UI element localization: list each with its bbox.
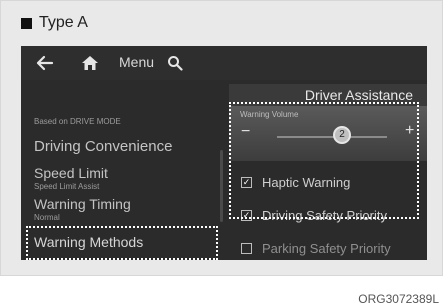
menu-item-warning-methods[interactable]: Warning Methods xyxy=(34,234,143,250)
menu-item-speed-limit-sub: Speed Limit Assist xyxy=(34,182,100,191)
menu-item-driving-convenience[interactable]: Driving Convenience xyxy=(34,138,172,155)
checkbox-unchecked-icon[interactable] xyxy=(241,243,252,254)
search-icon[interactable] xyxy=(162,50,188,76)
left-menu: Based on DRIVE MODE Driving Convenience … xyxy=(21,80,224,260)
option-label: Parking Safety Priority xyxy=(262,241,391,256)
highlight-warning-options xyxy=(229,102,419,219)
section-label: Based on DRIVE MODE xyxy=(34,117,121,126)
type-label: Type A xyxy=(21,13,88,33)
home-icon[interactable] xyxy=(77,50,103,76)
figure-code: ORG3072389L xyxy=(358,292,439,306)
top-bar: Menu xyxy=(21,46,427,80)
menu-item-warning-timing[interactable]: Warning Timing xyxy=(34,196,131,212)
menu-button[interactable]: Menu xyxy=(119,54,154,70)
menu-item-warning-timing-sub: Normal xyxy=(34,213,60,222)
option-parking-safety-priority[interactable]: Parking Safety Priority xyxy=(241,241,391,256)
scrollbar[interactable] xyxy=(220,150,223,222)
square-bullet-icon xyxy=(21,17,32,29)
menu-item-speed-limit[interactable]: Speed Limit xyxy=(34,165,108,181)
type-label-text: Type A xyxy=(39,14,88,31)
infotainment-screen: Menu Based on DRIVE MODE Driving Conveni… xyxy=(21,46,427,260)
figure-panel: Type A Menu Based on DRIVE MODE Driving … xyxy=(0,0,443,276)
back-arrow-icon[interactable] xyxy=(32,50,58,76)
